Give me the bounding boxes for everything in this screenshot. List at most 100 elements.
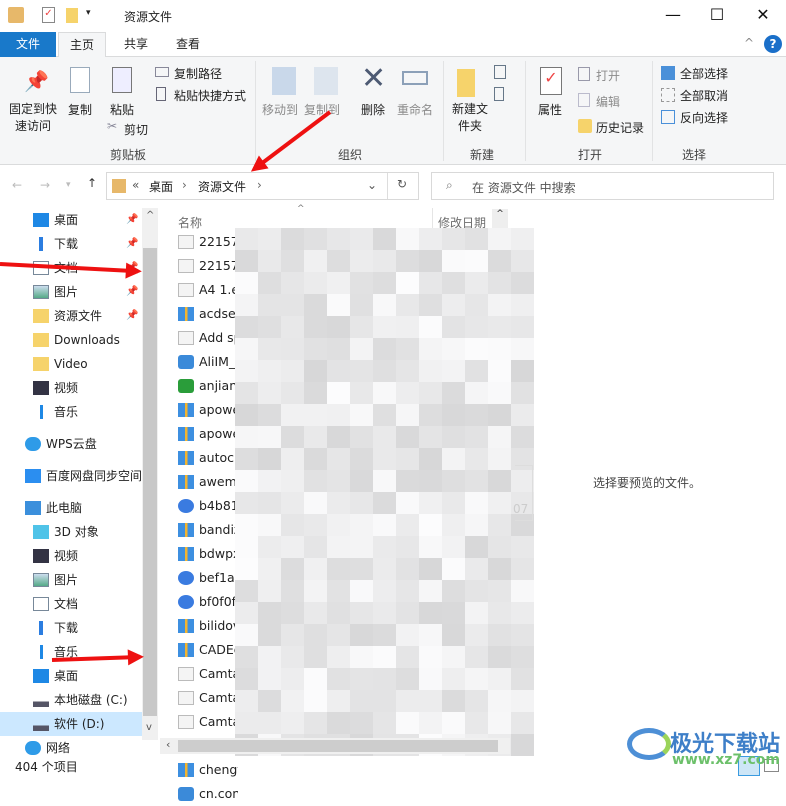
customize-quick-access-button[interactable]: ▾: [86, 8, 91, 18]
column-divider[interactable]: [432, 208, 433, 230]
paste-shortcut-button[interactable]: 粘贴快捷方式: [174, 87, 246, 104]
nav-item[interactable]: 资源文件 📌: [0, 304, 142, 328]
nav-item[interactable]: 下载: [0, 616, 142, 640]
file-row[interactable]: anjianj: [178, 374, 238, 398]
forward-button[interactable]: →: [40, 178, 50, 192]
copy-path-button[interactable]: 复制路径: [174, 65, 222, 82]
breadcrumb-desktop[interactable]: 桌面: [149, 178, 173, 195]
pin-icon[interactable]: 📌: [126, 232, 138, 256]
pin-icon[interactable]: 📌: [126, 304, 138, 328]
chevron-down-icon[interactable]: ⌄: [367, 178, 377, 192]
scroll-thumb[interactable]: [178, 740, 498, 752]
history-button[interactable]: 历史记录: [596, 119, 644, 136]
nav-item[interactable]: 图片 📌: [0, 280, 142, 304]
file-row[interactable]: bandiz: [178, 518, 238, 542]
minimize-button[interactable]: —: [650, 0, 696, 30]
cut-button[interactable]: 剪切: [124, 121, 148, 138]
move-to-button[interactable]: 移动到: [262, 101, 298, 118]
nav-item[interactable]: Video: [0, 352, 142, 376]
new-item-icon[interactable]: [494, 65, 506, 79]
edit-button[interactable]: 编辑: [596, 93, 620, 110]
file-row[interactable]: 22157: [178, 254, 238, 278]
chevron-right-icon[interactable]: ›: [182, 178, 187, 192]
delete-button[interactable]: 删除: [361, 101, 385, 118]
nav-item[interactable]: 视频: [0, 376, 142, 400]
file-row[interactable]: Camta: [178, 710, 238, 734]
pin-icon[interactable]: 📌: [126, 208, 138, 232]
file-row[interactable]: Camta: [178, 686, 238, 710]
tab-view[interactable]: 查看: [164, 32, 212, 57]
search-box[interactable]: ⌕ 在 资源文件 中搜索: [431, 172, 774, 200]
nav-item[interactable]: 下载 📌: [0, 232, 142, 256]
easy-access-icon[interactable]: [494, 87, 504, 101]
file-row[interactable]: bf0f0f: [178, 590, 238, 614]
properties-quick-icon[interactable]: ✓: [42, 7, 55, 23]
nav-item[interactable]: 此电脑: [0, 496, 142, 520]
breadcrumb-resources[interactable]: 资源文件: [198, 178, 246, 195]
nav-item[interactable]: 音乐: [0, 400, 142, 424]
nav-item[interactable]: 百度网盘同步空间: [0, 464, 142, 488]
rename-button[interactable]: 重命名: [397, 101, 433, 118]
file-row[interactable]: aweme: [178, 470, 238, 494]
tab-share[interactable]: 共享: [112, 32, 160, 57]
select-none-button[interactable]: 全部取消: [680, 87, 728, 104]
file-row[interactable]: b4b81: [178, 494, 238, 518]
file-row[interactable]: 22157: [178, 230, 238, 254]
file-row[interactable]: apowe: [178, 398, 238, 422]
scroll-up-button[interactable]: ^: [146, 210, 154, 221]
nav-item[interactable]: 桌面: [0, 664, 142, 688]
properties-button[interactable]: 属性: [538, 101, 562, 118]
copy-button[interactable]: 复制: [68, 101, 92, 118]
file-row[interactable]: Add sp: [178, 326, 238, 350]
scroll-thumb[interactable]: [143, 248, 157, 716]
close-button[interactable]: ✕: [740, 0, 786, 30]
column-header-name[interactable]: 名称: [178, 214, 202, 231]
up-button[interactable]: ↑: [87, 176, 97, 190]
file-row[interactable]: Camta: [178, 662, 238, 686]
file-row[interactable]: apowe: [178, 422, 238, 446]
tab-file[interactable]: 文件: [0, 32, 56, 57]
open-button[interactable]: 打开: [596, 67, 620, 84]
nav-item[interactable]: 视频: [0, 544, 142, 568]
select-all-button[interactable]: 全部选择: [680, 65, 728, 82]
nav-item[interactable]: 图片: [0, 568, 142, 592]
file-row[interactable]: CADEd: [178, 638, 238, 662]
file-row[interactable]: cn.con: [178, 782, 238, 806]
refresh-button[interactable]: ↻: [397, 177, 407, 191]
help-button[interactable]: ?: [764, 35, 782, 53]
recent-locations-button[interactable]: ▾: [66, 180, 71, 190]
new-folder-button[interactable]: 新建文件夹: [450, 101, 490, 135]
file-row[interactable]: AliIM_: [178, 350, 238, 374]
collapse-ribbon-button[interactable]: ^: [744, 36, 754, 50]
nav-item[interactable]: 桌面 📌: [0, 208, 142, 232]
scroll-left-button[interactable]: ‹: [166, 738, 170, 751]
file-row[interactable]: bef1a6: [178, 566, 238, 590]
pin-quick-access-button[interactable]: 固定到快速访问: [8, 101, 58, 135]
maximize-button[interactable]: ☐: [694, 0, 740, 30]
search-placeholder[interactable]: 在 资源文件 中搜索: [472, 179, 576, 196]
chevron-right-icon[interactable]: ›: [257, 178, 262, 192]
header-scroll-up-button[interactable]: ^: [492, 209, 508, 229]
file-row[interactable]: bdwpx: [178, 542, 238, 566]
paste-button[interactable]: 粘贴: [110, 101, 134, 118]
nav-scrollbar[interactable]: ^ v: [142, 208, 158, 740]
nav-item[interactable]: Downloads: [0, 328, 142, 352]
nav-item[interactable]: 软件 (D:): [0, 712, 142, 736]
nav-item[interactable]: WPS云盘: [0, 432, 142, 456]
breadcrumb-overflow[interactable]: «: [132, 178, 139, 192]
new-folder-quick-icon[interactable]: [66, 8, 78, 23]
pin-icon[interactable]: 📌: [126, 280, 138, 304]
file-row[interactable]: A4 1.e: [178, 278, 238, 302]
nav-item[interactable]: 文档: [0, 592, 142, 616]
file-row[interactable]: autocb: [178, 446, 238, 470]
back-button[interactable]: ←: [12, 178, 22, 192]
nav-item[interactable]: 本地磁盘 (C:): [0, 688, 142, 712]
scroll-down-button[interactable]: v: [146, 722, 152, 733]
horizontal-scrollbar[interactable]: ‹: [160, 738, 510, 754]
nav-item[interactable]: 3D 对象: [0, 520, 142, 544]
invert-selection-button[interactable]: 反向选择: [680, 109, 728, 126]
file-row[interactable]: bilidov: [178, 614, 238, 638]
file-row[interactable]: acdse: [178, 302, 238, 326]
tab-home[interactable]: 主页: [58, 32, 106, 58]
address-bar[interactable]: « 桌面 › 资源文件 › ⌄ ↻: [106, 172, 419, 200]
